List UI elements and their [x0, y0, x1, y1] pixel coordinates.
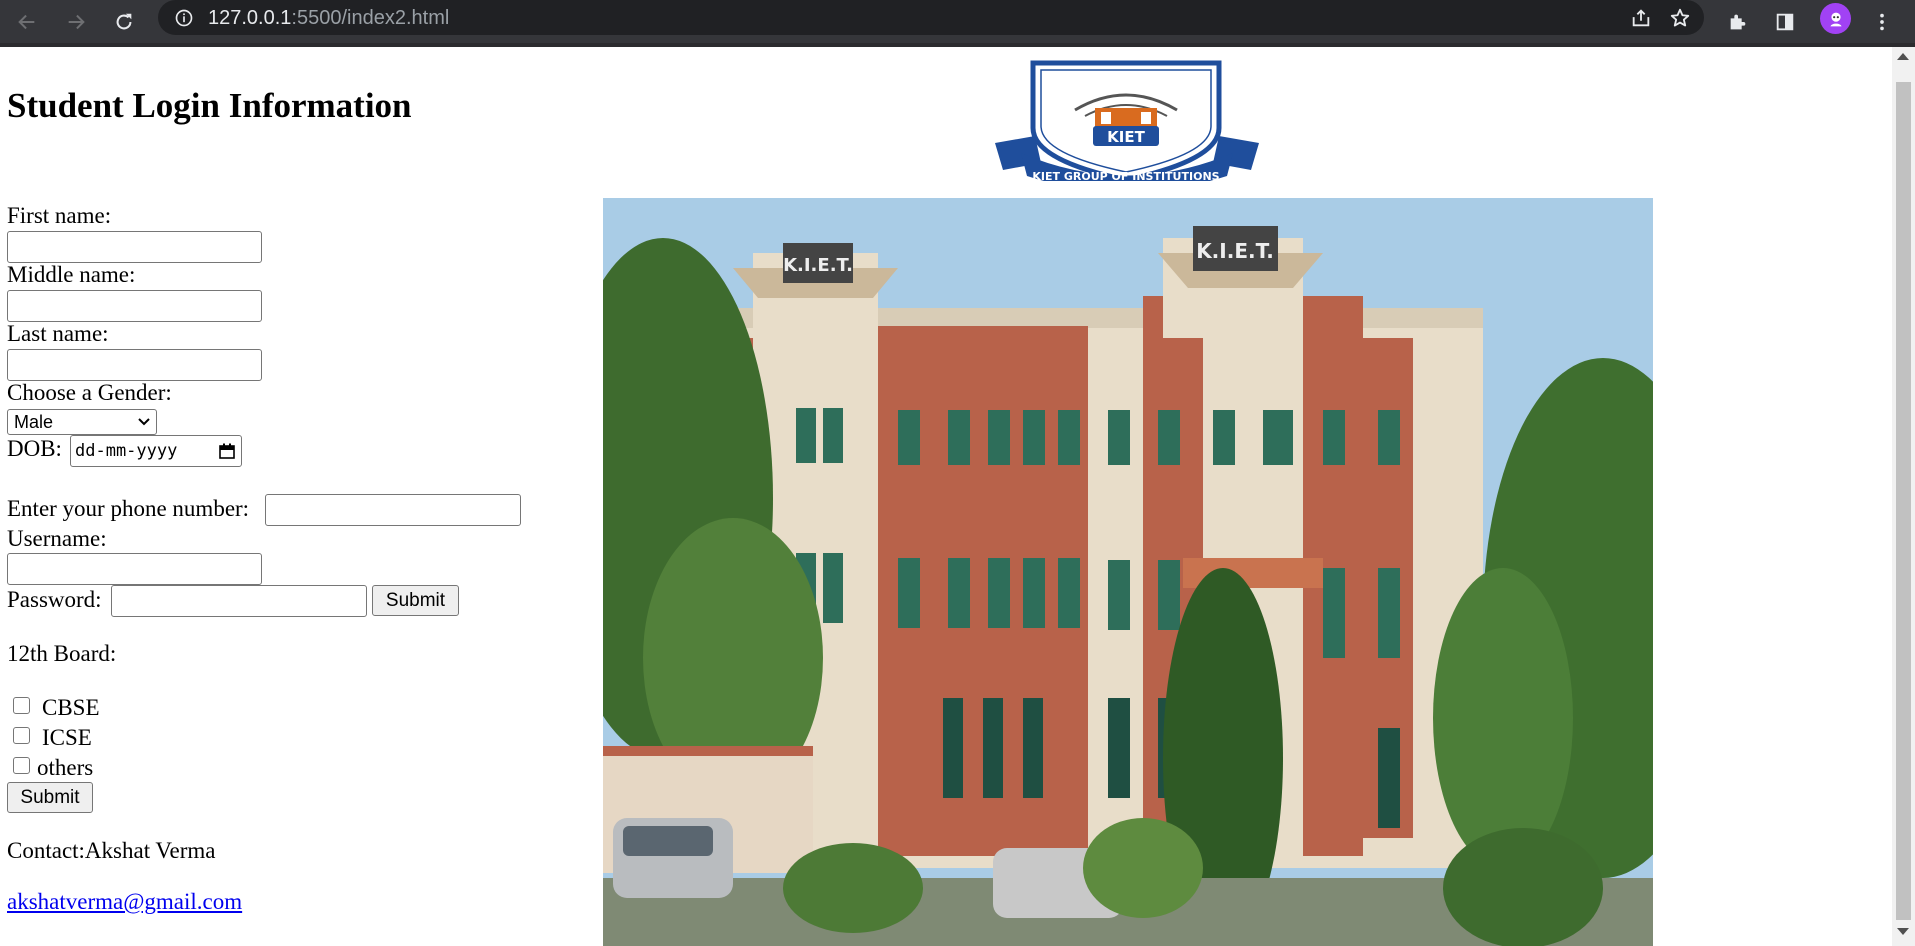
menu-icon[interactable] — [1866, 6, 1898, 38]
board-label: 12th Board: — [7, 641, 117, 666]
gender-select[interactable]: Male — [7, 409, 157, 435]
logo-shield-text: KIET — [1107, 128, 1145, 146]
submit-button[interactable]: Submit — [7, 782, 93, 813]
dob-label: DOB: — [7, 436, 62, 461]
last-name-label: Last name: — [7, 321, 109, 346]
first-name-field[interactable] — [7, 231, 262, 263]
icse-option-label: ICSE — [42, 725, 92, 750]
side-panel-icon[interactable] — [1769, 6, 1801, 38]
dob-placeholder: dd-mm-yyyy — [75, 441, 178, 461]
scrollbar-thumb[interactable] — [1896, 82, 1911, 920]
icse-checkbox[interactable] — [13, 727, 30, 744]
info-icon[interactable] — [172, 6, 196, 30]
phone-field[interactable] — [265, 494, 521, 526]
contact-text: Contact:Akshat Verma — [7, 838, 216, 863]
phone-label: Enter your phone number: — [7, 496, 250, 521]
address-bar[interactable]: 127.0.0.1:5500/index2.html — [158, 0, 1704, 35]
browser-toolbar: 127.0.0.1:5500/index2.html — [0, 0, 1915, 43]
url-host: 127.0.0.1 — [208, 7, 292, 29]
calendar-icon[interactable] — [219, 443, 235, 459]
scroll-down-arrow-icon[interactable] — [1897, 928, 1909, 935]
campus-building-photo: K.I.E.T. K.I.E.T. — [603, 198, 1653, 946]
last-name-field[interactable] — [7, 349, 262, 381]
kiet-logo: KIET KIET GROUP OF INSTITUTIONS — [995, 60, 1259, 181]
share-icon[interactable] — [1628, 5, 1654, 31]
password-submit-button[interactable]: Submit — [372, 585, 459, 616]
gender-label: Choose a Gender: — [7, 380, 172, 405]
page-title: Student Login Information — [7, 86, 412, 125]
logo-banner-text: KIET GROUP OF INSTITUTIONS — [1032, 170, 1219, 181]
cbse-option-label: CBSE — [42, 695, 100, 720]
middle-name-label: Middle name: — [7, 262, 136, 287]
middle-name-field[interactable] — [7, 290, 262, 322]
extensions-icon[interactable] — [1722, 6, 1754, 38]
reload-icon[interactable] — [108, 6, 140, 38]
back-icon[interactable] — [11, 6, 43, 38]
building-sign-left: K.I.E.T. — [783, 255, 853, 276]
username-field[interactable] — [7, 553, 262, 585]
profile-avatar[interactable] — [1820, 3, 1851, 34]
others-checkbox[interactable] — [13, 757, 30, 774]
url-text[interactable]: 127.0.0.1:5500/index2.html — [208, 7, 449, 30]
star-icon[interactable] — [1667, 5, 1693, 31]
dob-date-input[interactable]: dd-mm-yyyy — [70, 435, 242, 467]
scroll-up-arrow-icon[interactable] — [1897, 53, 1909, 60]
others-option-label: others — [37, 755, 94, 780]
password-label: Password: — [7, 587, 102, 612]
username-label: Username: — [7, 526, 107, 551]
gender-selected-value: Male — [14, 412, 54, 432]
forward-icon[interactable] — [60, 6, 92, 38]
password-field[interactable] — [111, 585, 367, 617]
building-sign-right: K.I.E.T. — [1196, 239, 1274, 263]
chevron-down-icon — [138, 418, 150, 426]
first-name-label: First name: — [7, 203, 112, 228]
email-link[interactable]: akshatverma@gmail.com — [7, 889, 242, 915]
cbse-checkbox[interactable] — [13, 697, 30, 714]
url-path: :5500/index2.html — [291, 7, 450, 29]
